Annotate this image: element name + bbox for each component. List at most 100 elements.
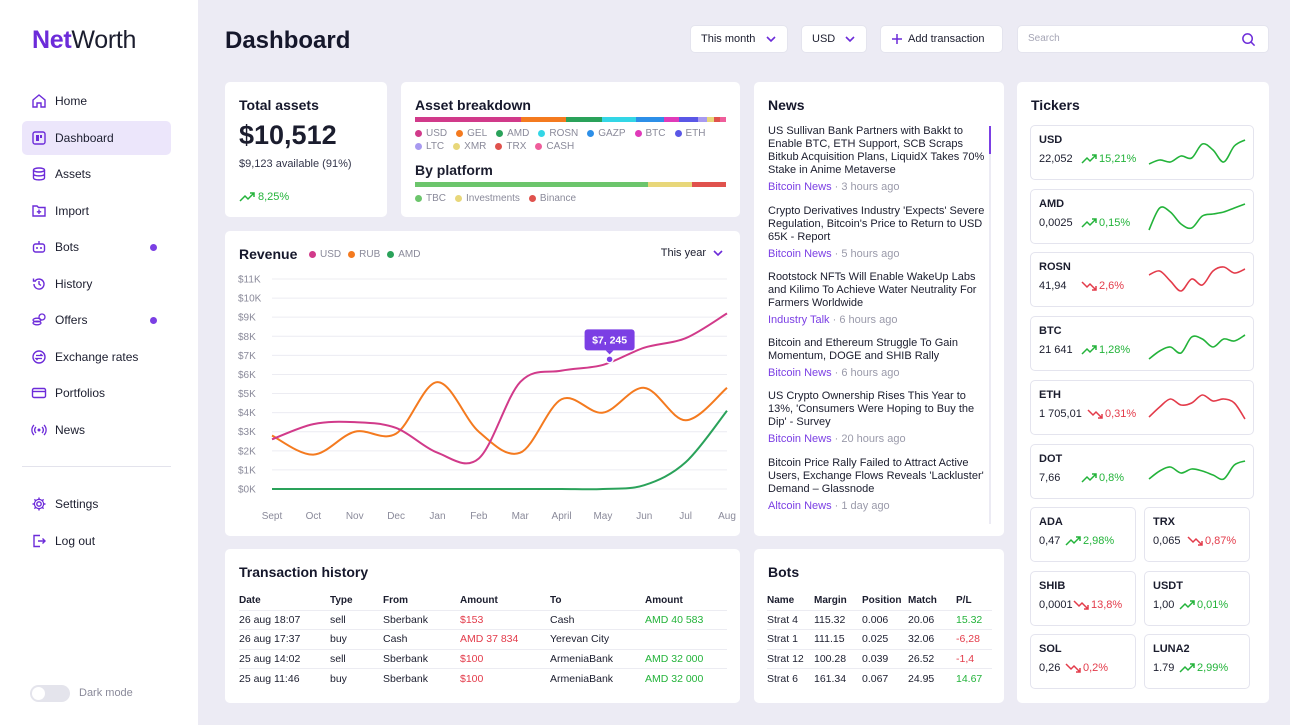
dark-mode-toggle[interactable] — [30, 685, 70, 702]
table-row[interactable]: Strat 1 111.15 0.025 32.06 -6,28 — [767, 629, 992, 649]
platform-legend: TBC Investments Binance — [415, 192, 735, 205]
news-item[interactable]: US Crypto Ownership Rises This Year to 1… — [768, 390, 986, 445]
add-transaction-button[interactable]: Add transaction — [880, 25, 1003, 53]
bot-name: Strat 6 — [767, 668, 814, 688]
news-headline[interactable]: Rootstock NFTs Will Enable WakeUp Labs a… — [768, 271, 986, 310]
news-source-link[interactable]: Bitcoin News — [768, 248, 832, 260]
asset-breakdown-bar — [415, 117, 726, 122]
news-source-link[interactable]: Industry Talk — [768, 314, 830, 326]
ticker-shib[interactable]: SHIB 0,0001 13,8% — [1030, 570, 1136, 626]
bot-margin: 100.28 — [814, 648, 862, 669]
news-item[interactable]: Bitcoin Price Rally Failed to Attract Ac… — [768, 457, 986, 512]
legend-item: ROSN — [538, 127, 578, 140]
ticker-eth[interactable]: ETH 1 705,01 0,31% — [1030, 379, 1254, 435]
sidebar-item-history[interactable]: History — [22, 267, 171, 301]
sidebar-item-label: Settings — [55, 497, 99, 511]
legend-label: LTC — [426, 141, 445, 152]
search-icon[interactable] — [1241, 32, 1256, 47]
news-separator: · — [831, 367, 842, 379]
trend-down-icon — [1087, 409, 1103, 419]
sidebar-item-dashboard[interactable]: Dashboard — [22, 120, 171, 155]
ticker-trx[interactable]: TRX 0,065 0,87% — [1144, 507, 1250, 562]
news-meta: Bitcoin News · 5 hours ago — [768, 248, 986, 260]
news-item[interactable]: US Sullivan Bank Partners with Bakkt to … — [768, 125, 986, 193]
card-icon — [31, 387, 47, 399]
bot-margin: 111.15 — [814, 629, 862, 649]
tx-to: Cash — [550, 609, 645, 630]
news-headline[interactable]: US Crypto Ownership Rises This Year to 1… — [768, 390, 986, 429]
ticker-usd[interactable]: USD 22,052 15,21% — [1030, 125, 1254, 180]
news-headline[interactable]: US Sullivan Bank Partners with Bakkt to … — [768, 125, 986, 177]
sidebar-item-assets[interactable]: Assets — [22, 157, 171, 191]
sidebar-item-home[interactable]: Home — [22, 84, 171, 118]
ticker-luna2[interactable]: LUNA2 1.79 2,99% — [1144, 634, 1250, 690]
tx-to: ArmeniaBank — [550, 648, 645, 669]
news-headline[interactable]: Bitcoin and Ethereum Struggle To Gain Mo… — [768, 337, 986, 363]
table-row[interactable]: Strat 12 100.28 0.039 26.52 -1,4 — [767, 648, 992, 669]
sidebar-item-bots[interactable]: Bots — [22, 230, 171, 264]
y-tick-label: $3K — [238, 427, 256, 438]
sidebar-item-offers[interactable]: Offers — [22, 303, 171, 337]
currency-select[interactable]: USD — [801, 25, 867, 53]
sidebar-item-exchange-rates[interactable]: Exchange rates — [22, 340, 171, 374]
ticker-change: 2,6% — [1081, 280, 1124, 292]
transaction-history-title: Transaction history — [239, 564, 369, 580]
tooltip-value: $7, 245 — [592, 334, 627, 346]
ticker-sol[interactable]: SOL 0,26 0,2% — [1030, 634, 1136, 690]
news-source-link[interactable]: Bitcoin News — [768, 181, 832, 193]
tickers-card: Tickers USD 22,052 15,21% AMD 0,0025 0,15% ROS… — [1017, 82, 1269, 703]
trend-up-icon — [1179, 599, 1195, 610]
search-input[interactable] — [1028, 33, 1228, 44]
sparkline-path — [1148, 202, 1246, 231]
table-row[interactable]: 26 aug 18:07 sell Sberbank $153 Cash AMD 40 5… — [239, 609, 727, 630]
news-item[interactable]: Crypto Derivatives Industry 'Expects' Se… — [768, 205, 986, 260]
tx-amount-in — [645, 629, 727, 649]
table-row[interactable]: 26 aug 17:37 buy Cash AMD 37 834 Yerevan Cit… — [239, 629, 727, 649]
home-icon — [32, 94, 46, 108]
ticker-price: 0,065 — [1153, 535, 1181, 547]
news-separator: · — [831, 500, 842, 512]
ticker-price: 21 641 — [1039, 344, 1073, 357]
ticker-price: 0,0001 — [1039, 598, 1073, 611]
sidebar-item-log-out[interactable]: Log out — [22, 524, 171, 558]
tx-amount-in: AMD 32 000 — [645, 668, 727, 688]
sidebar-item-import[interactable]: Import — [22, 194, 171, 228]
brand-logo[interactable]: NetWorth — [32, 26, 136, 55]
y-tick-label: $9K — [238, 313, 256, 324]
news-source-link[interactable]: Bitcoin News — [768, 367, 832, 379]
ticker-dot[interactable]: DOT 7,66 0,8% — [1030, 443, 1254, 499]
news-source-link[interactable]: Altcoin News — [768, 500, 832, 512]
table-row[interactable]: 25 aug 14:02 sell Sberbank $100 ArmeniaBank A… — [239, 648, 727, 669]
ticker-ada[interactable]: ADA 0,47 2,98% — [1030, 507, 1136, 562]
legend-dot — [496, 130, 504, 137]
tx-amount-out: $100 — [460, 648, 550, 669]
column-header: Amount — [460, 595, 498, 607]
sparkline — [1148, 139, 1246, 165]
period-select[interactable]: This month — [690, 25, 788, 53]
sidebar-item-portfolios[interactable]: Portfolios — [22, 376, 171, 410]
news-source-link[interactable]: Bitcoin News — [768, 433, 832, 445]
news-scrollbar[interactable] — [989, 126, 991, 524]
ticker-usdt[interactable]: USDT 1,00 0,01% — [1144, 570, 1250, 626]
news-item[interactable]: Bitcoin and Ethereum Struggle To Gain Mo… — [768, 337, 986, 379]
news-separator: · — [829, 314, 840, 326]
news-headline[interactable]: Bitcoin Price Rally Failed to Attract Ac… — [768, 457, 986, 496]
bot-name: Strat 12 — [767, 648, 814, 669]
legend-label: TRX — [506, 141, 527, 152]
ticker-amd[interactable]: AMD 0,0025 0,15% — [1030, 188, 1254, 244]
ticker-btc[interactable]: BTC 21 641 1,28% — [1030, 316, 1254, 372]
table-row[interactable]: Strat 6 161.34 0.067 24.95 14.67 — [767, 668, 992, 688]
ticker-symbol: DOT — [1039, 452, 1063, 465]
trend-up-icon — [1081, 154, 1097, 164]
tx-amount-in: AMD 32 000 — [645, 648, 727, 669]
sidebar-item-news[interactable]: News — [22, 413, 171, 447]
segment-investments — [648, 182, 692, 187]
table-row[interactable]: Strat 4 115.32 0.006 20.06 15.32 — [767, 609, 992, 630]
sidebar-item-settings[interactable]: Settings — [22, 487, 171, 521]
ticker-rosn[interactable]: ROSN 41,94 2,6% — [1030, 252, 1254, 308]
news-item[interactable]: Rootstock NFTs Will Enable WakeUp Labs a… — [768, 271, 986, 326]
tx-from: Sberbank — [383, 648, 460, 669]
news-headline[interactable]: Crypto Derivatives Industry 'Expects' Se… — [768, 205, 986, 244]
tooltip-point[interactable] — [605, 355, 614, 364]
table-row[interactable]: 25 aug 11:46 buy Sberbank $100 ArmeniaBank AM… — [239, 668, 727, 688]
